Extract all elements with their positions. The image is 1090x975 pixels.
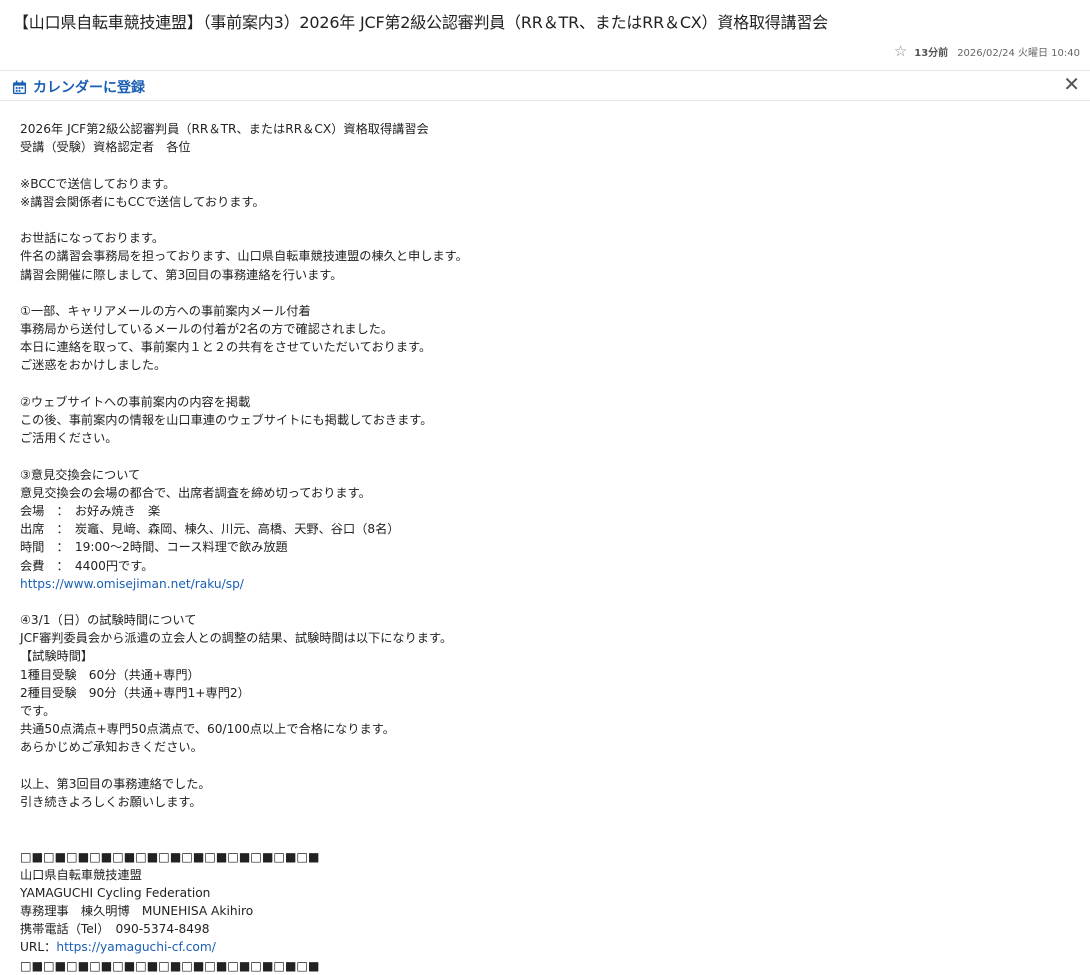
body-line: 2026年 JCF第2級公認審判員（RR＆TR、またはRR＆CX）資格取得講習会 [20, 120, 468, 138]
body-text: 講習会開催に際しまして、第3回目の事務連絡を行います。 [20, 267, 343, 282]
body-line: ※BCCで送信しております。 [20, 175, 468, 193]
body-text: 1種目受験 60分（共通+専門） [20, 667, 200, 682]
body-line: 引き続きよろしくお願いします。 [20, 793, 468, 811]
body-line: 本日に連絡を取って、事前案内１と２の共有をさせていただいております。 [20, 338, 468, 356]
body-text: □■□■□■□■□■□■□■□■□■□■□■□■□■ [20, 958, 320, 973]
body-link[interactable]: https://www.omisejiman.net/raku/sp/ [20, 577, 244, 591]
body-text: 以上、第3回目の事務連絡でした。 [20, 776, 211, 791]
body-line [20, 811, 468, 829]
body-text: JCF審判委員会から派遣の立会人との調整の結果、試験時間は以下になります。 [20, 631, 453, 646]
body-text: □■□■□■□■□■□■□■□■□■□■□■□■□■ [20, 849, 320, 864]
body-text: 共通50点満点+専門50点満点で、60/100点以上で合格になります。 [20, 722, 395, 737]
body-line: 2種目受験 90分（共通+専門1+専門2） [20, 684, 468, 702]
body-text: 携帯電話（Tel） 090-5374-8498 [20, 922, 210, 937]
action-bar: カレンダーに登録 ✕ [0, 71, 1090, 101]
body-text: 【試験時間】 [20, 649, 94, 664]
close-icon[interactable]: ✕ [1063, 74, 1080, 94]
body-line: ①一部、キャリアメールの方への事前案内メール付着 [20, 302, 468, 320]
body-line: あらかじめご承知おきください。 [20, 738, 468, 756]
body-line: URL：https://yamaguchi-cf.com/ [20, 938, 468, 956]
add-to-calendar-label: カレンダーに登録 [33, 80, 145, 96]
body-text: あらかじめご承知おきください。 [20, 740, 203, 755]
body-text: 専務理事 棟久明博 MUNEHISA Akihiro [20, 904, 254, 919]
body-line: 件名の講習会事務局を担っております、山口県自転車競技連盟の棟久と申します。 [20, 247, 468, 265]
body-line [20, 284, 468, 302]
body-line: この後、事前案内の情報を山口車連のウェブサイトにも掲載しておきます。 [20, 411, 468, 429]
body-line: 会費 ： 4400円です。 [20, 557, 468, 575]
body-text: ※BCCで送信しております。 [20, 176, 176, 191]
body-text: この後、事前案内の情報を山口車連のウェブサイトにも掲載しておきます。 [20, 413, 433, 427]
add-to-calendar-button[interactable]: カレンダーに登録 [12, 77, 145, 97]
body-line: 講習会開催に際しまして、第3回目の事務連絡を行います。 [20, 266, 468, 284]
body-line: ④3/1（日）の試験時間について [20, 611, 468, 629]
body-line: 会場 ： お好み焼き 楽 [20, 502, 468, 520]
body-line: □■□■□■□■□■□■□■□■□■□■□■□■□■ [20, 848, 468, 866]
body-line [20, 447, 468, 465]
body-text: 2種目受験 90分（共通+専門1+専門2） [20, 685, 250, 700]
email-header: 【山口県自転車競技連盟】（事前案内3）2026年 JCF第2級公認審判員（RR＆… [0, 0, 1090, 71]
body-line: JCF審判委員会から派遣の立会人との調整の結果、試験時間は以下になります。 [20, 629, 468, 647]
body-line: ご迷惑をおかけしました。 [20, 356, 468, 374]
body-text: です。 [20, 704, 56, 718]
body-line: 携帯電話（Tel） 090-5374-8498 [20, 920, 468, 938]
body-text: 件名の講習会事務局を担っております、山口県自転車競技連盟の棟久と申します。 [20, 249, 468, 264]
body-text: ③意見交換会について [20, 467, 141, 482]
body-line: 1種目受験 60分（共通+専門） [20, 666, 468, 684]
body-line [20, 829, 468, 847]
body-text: ①一部、キャリアメールの方への事前案内メール付着 [20, 303, 311, 318]
body-text: 事務局から送付しているメールの付着が2名の方で確認されました。 [20, 322, 394, 337]
body-line: 事務局から送付しているメールの付着が2名の方で確認されました。 [20, 320, 468, 338]
body-line: 共通50点満点+専門50点満点で、60/100点以上で合格になります。 [20, 720, 468, 738]
body-line: 【試験時間】 [20, 647, 468, 665]
body-line: https://www.omisejiman.net/raku/sp/ [20, 575, 468, 593]
body-line: YAMAGUCHI Cycling Federation [20, 884, 468, 902]
body-line: お世話になっております。 [20, 229, 468, 247]
body-line [20, 156, 468, 174]
body-line [20, 211, 468, 229]
body-text: 引き続きよろしくお願いします。 [20, 794, 202, 809]
body-text: 山口県自転車競技連盟 [20, 867, 142, 882]
body-line [20, 757, 468, 775]
body-text: 受講（受験）資格認定者 各位 [20, 140, 191, 155]
body-line [20, 375, 468, 393]
email-body: 2026年 JCF第2級公認審判員（RR＆TR、またはRR＆CX）資格取得講習会… [20, 120, 468, 975]
body-text: ご活用ください。 [20, 431, 118, 446]
body-line: 出席 ： 炭竈、見﨑、森岡、棟久、川元、高橋、天野、谷口（8名） [20, 520, 468, 538]
body-line: ③意見交換会について [20, 466, 468, 484]
calendar-icon [12, 79, 27, 94]
body-line [20, 593, 468, 611]
body-line: 山口県自転車競技連盟 [20, 866, 468, 884]
body-line: □■□■□■□■□■□■□■□■□■□■□■□■□■ [20, 957, 468, 975]
body-text: 出席 ： 炭竈、見﨑、森岡、棟久、川元、高橋、天野、谷口（8名） [20, 522, 400, 537]
body-line: 以上、第3回目の事務連絡でした。 [20, 775, 468, 793]
body-text: YAMAGUCHI Cycling Federation [20, 885, 211, 900]
body-line: 意見交換会の会場の都合で、出席者調査を締め切っております。 [20, 484, 468, 502]
body-line: です。 [20, 702, 468, 720]
body-line: ご活用ください。 [20, 429, 468, 447]
body-text: 本日に連絡を取って、事前案内１と２の共有をさせていただいております。 [20, 340, 432, 355]
body-text: 会場 ： お好み焼き 楽 [20, 503, 161, 518]
body-link[interactable]: https://yamaguchi-cf.com/ [56, 940, 216, 954]
star-icon[interactable]: ☆ [894, 44, 907, 59]
email-subject: 【山口県自転車競技連盟】（事前案内3）2026年 JCF第2級公認審判員（RR＆… [13, 13, 828, 32]
body-line: 受講（受験）資格認定者 各位 [20, 138, 468, 156]
body-text: 会費 ： 4400円です。 [20, 558, 154, 573]
email-datetime: 2026/02/24 火曜日 10:40 [957, 48, 1080, 59]
email-meta: ☆ 13分前 2026/02/24 火曜日 10:40 [894, 44, 1080, 60]
body-text: 2026年 JCF第2級公認審判員（RR＆TR、またはRR＆CX）資格取得講習会 [20, 122, 429, 136]
body-line: 時間 ： 19:00～2時間、コース料理で飲み放題 [20, 538, 468, 556]
body-text: ※講習会関係者にもCCで送信しております。 [20, 194, 265, 209]
body-text: お世話になっております。 [20, 231, 165, 246]
body-line: ②ウェブサイトへの事前案内の内容を掲載 [20, 393, 468, 411]
body-text: URL： [20, 940, 57, 955]
body-text: ④3/1（日）の試験時間について [20, 613, 197, 628]
body-text: 時間 ： 19:00～2時間、コース料理で飲み放題 [20, 540, 288, 555]
body-line: 専務理事 棟久明博 MUNEHISA Akihiro [20, 902, 468, 920]
body-text: 意見交換会の会場の都合で、出席者調査を締め切っております。 [20, 485, 371, 500]
time-ago: 13分前 [914, 48, 949, 59]
body-line: ※講習会関係者にもCCで送信しております。 [20, 193, 468, 211]
body-text: ②ウェブサイトへの事前案内の内容を掲載 [20, 394, 251, 409]
body-text: ご迷惑をおかけしました。 [20, 358, 167, 373]
